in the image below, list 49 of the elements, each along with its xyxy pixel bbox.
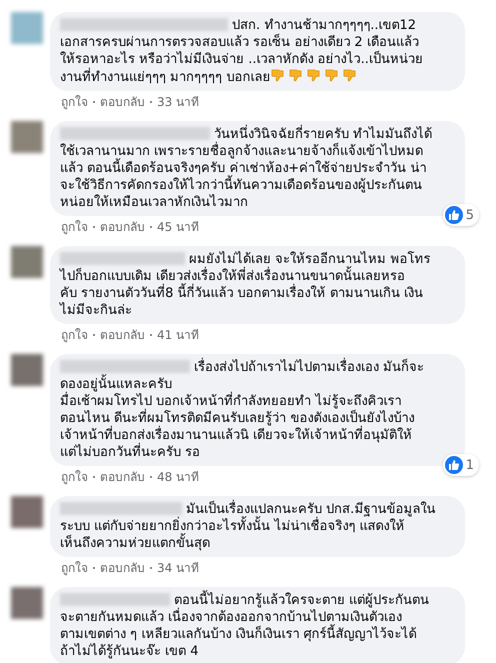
reply-link[interactable]: ตอบกลับ bbox=[100, 218, 145, 236]
avatar[interactable] bbox=[11, 354, 43, 386]
comment-text: ถ้าไม่ได้รู้กันนะจ๊ะ เขต 4 bbox=[60, 644, 199, 659]
thumbs-down-icon bbox=[324, 68, 340, 83]
reply-link[interactable]: ตอบกลับ bbox=[100, 326, 145, 344]
comment-text: ไม่มีจะกินล่ะ bbox=[60, 303, 132, 318]
comment-text: ตอนไหน ดีนะที่ผมโทรติดมีคนรับเลยรู้ว่า ของตังเองเป็นยังไงบ้าง bbox=[60, 411, 414, 426]
comment-text: จะตายกันหมดแล้ว เนื่องจากต้องออกจากบ้านไปตามเงินตัวเอง bbox=[60, 610, 402, 625]
comment-text: เรื่องส่งไปถ้าเราไม่ไปตามเรื่องเอง มันก็จะ bbox=[194, 360, 424, 375]
comment-text: ผมยังไม่ได้เลย จะให้รออีกนานไหม พอโทร bbox=[189, 252, 430, 267]
avatar[interactable] bbox=[11, 12, 43, 44]
reaction-badge[interactable]: 5 bbox=[442, 204, 479, 226]
like-link[interactable]: ถูกใจ bbox=[61, 559, 88, 577]
comment-text: ใช้เวลานานมาก เพราะรายชื่อลูกจ้างและนายจ้างก็แจ้งเข้าไปหมด bbox=[60, 144, 424, 159]
like-icon bbox=[444, 206, 463, 224]
reaction-badge[interactable]: 1 bbox=[442, 454, 479, 476]
comment-text: วันหนึ่งวินิจฉัยกี่รายครับ ทำไมมันถึงได้ bbox=[214, 127, 432, 142]
thumbs-down-icon bbox=[270, 68, 286, 83]
comment-text: ปสก. ทำงานช้ามากๆๆๆๆ..เขต12 bbox=[232, 18, 416, 33]
thumbs-down-icon bbox=[306, 68, 322, 83]
avatar[interactable] bbox=[11, 496, 43, 528]
timestamp[interactable]: 34 นาที bbox=[157, 559, 200, 577]
reaction-count: 1 bbox=[466, 456, 474, 474]
reply-link[interactable]: ตอบกลับ bbox=[100, 468, 145, 486]
avatar[interactable] bbox=[11, 246, 43, 278]
comment-text: ให้รอหาอะไร หรือว่าไม่มีเงินจ่าย ..เวลาหักดัง อย่างไว..เป็นหน่วย bbox=[60, 52, 423, 67]
comment-text: งานที่ทำงานแย่ๆๆๆ มากๆๆๆๆ บอกเลย bbox=[60, 70, 270, 85]
like-icon bbox=[444, 456, 463, 474]
timestamp[interactable]: 33 นาที bbox=[157, 93, 200, 111]
comment-text: เจ้าหน้าที่บอกส่งเรื่องมานานแล้วนิ เดียวจะให้เจ้าหน้าที่อนุมัติให้ bbox=[60, 428, 412, 443]
like-link[interactable]: ถูกใจ bbox=[61, 468, 88, 486]
avatar[interactable] bbox=[11, 121, 43, 153]
timestamp[interactable]: 45 นาที bbox=[157, 218, 200, 236]
timestamp[interactable]: 48 นาที bbox=[157, 468, 200, 486]
like-link[interactable]: ถูกใจ bbox=[61, 326, 88, 344]
comment-text: แต่ไม่บอกวันที่นะครับ รอ bbox=[60, 445, 200, 460]
comment-text: มันเป็นเรื่องแปลกนะครับ ปกส.มีฐานข้อมูลใน bbox=[186, 502, 436, 517]
comment-text: เอกสารครบผ่านการตรวจสอบแล้ว รอเซ็น อย่างเดียว 2 เดือนแล้ว bbox=[60, 35, 419, 50]
like-link[interactable]: ถูกใจ bbox=[61, 218, 88, 236]
thumbs-down-icon bbox=[288, 68, 304, 83]
thumbs-down-icon bbox=[342, 68, 358, 83]
reaction-count: 5 bbox=[466, 206, 474, 224]
reply-link[interactable]: ตอบกลับ bbox=[100, 559, 145, 577]
reply-link[interactable]: ตอบกลับ bbox=[100, 93, 145, 111]
comment-text: หน่อยให้เหมือนเวลาหักเงินไวมาก bbox=[60, 195, 248, 210]
timestamp[interactable]: 41 นาที bbox=[157, 326, 200, 344]
like-link[interactable]: ถูกใจ bbox=[61, 93, 88, 111]
avatar[interactable] bbox=[11, 587, 43, 619]
comment-text: มื่อเช้าผมโทรไป บอกเจ้าหน้าที่กำลังทยอยทำ ไม่รู้จะถึงคิวเรา bbox=[60, 394, 402, 409]
